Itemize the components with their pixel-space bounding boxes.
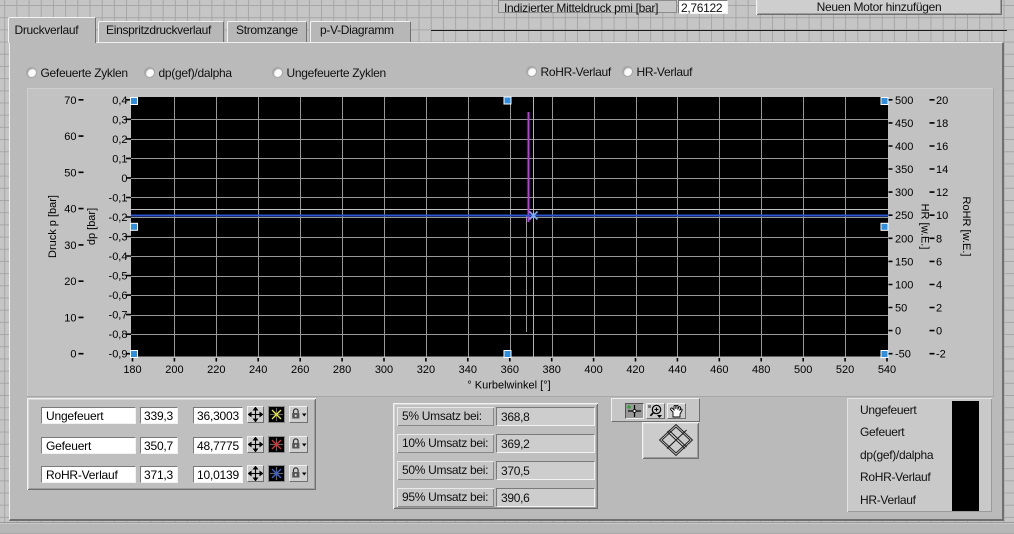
- svg-text:0: 0: [895, 326, 901, 338]
- svg-text:6: 6: [936, 256, 942, 268]
- svg-text:Druck p [bar]: Druck p [bar]: [47, 195, 59, 258]
- svg-text:280: 280: [333, 364, 351, 376]
- svg-text:0,3: 0,3: [112, 114, 127, 126]
- svg-text:420: 420: [626, 364, 644, 376]
- svg-text:150: 150: [895, 256, 913, 268]
- svg-text:70: 70: [64, 95, 76, 107]
- svg-text:2: 2: [936, 303, 942, 315]
- svg-text:320: 320: [417, 364, 435, 376]
- svg-text:460: 460: [710, 364, 728, 376]
- svg-text:500: 500: [895, 95, 913, 107]
- svg-text:30: 30: [64, 240, 76, 252]
- svg-text:0,1: 0,1: [112, 153, 127, 165]
- svg-text:500: 500: [794, 364, 812, 376]
- svg-text:20: 20: [64, 276, 76, 288]
- svg-text:-0,3: -0,3: [109, 232, 128, 244]
- svg-text:200: 200: [165, 364, 183, 376]
- svg-text:480: 480: [752, 364, 770, 376]
- svg-text:540: 540: [878, 364, 896, 376]
- svg-text:-0,4: -0,4: [109, 251, 128, 263]
- svg-text:-0,2: -0,2: [109, 212, 128, 224]
- svg-text:250: 250: [895, 210, 913, 222]
- svg-text:350: 350: [895, 164, 913, 176]
- svg-text:8: 8: [936, 233, 942, 245]
- svg-text:0,2: 0,2: [112, 134, 127, 146]
- svg-text:200: 200: [895, 233, 913, 245]
- svg-text:40: 40: [64, 204, 76, 216]
- svg-text:-0,9: -0,9: [109, 349, 128, 361]
- svg-text:14: 14: [936, 164, 948, 176]
- svg-text:10: 10: [936, 210, 948, 222]
- svg-text:° Kurbelwinkel [°]: ° Kurbelwinkel [°]: [467, 380, 550, 392]
- svg-text:520: 520: [836, 364, 854, 376]
- svg-text:360: 360: [501, 364, 519, 376]
- svg-text:20: 20: [936, 95, 948, 107]
- svg-text:RoHR [w.E.]: RoHR [w.E.]: [960, 197, 972, 257]
- svg-text:440: 440: [668, 364, 686, 376]
- svg-text:dp [bar]: dp [bar]: [86, 208, 98, 245]
- svg-text:0,4: 0,4: [112, 95, 127, 107]
- svg-text:18: 18: [936, 118, 948, 130]
- svg-text:260: 260: [291, 364, 309, 376]
- svg-text:300: 300: [895, 187, 913, 199]
- svg-text:400: 400: [895, 141, 913, 153]
- svg-text:300: 300: [375, 364, 393, 376]
- svg-text:60: 60: [64, 131, 76, 143]
- svg-text:220: 220: [207, 364, 225, 376]
- svg-text:12: 12: [936, 187, 948, 199]
- svg-text:-2: -2: [936, 349, 946, 361]
- svg-text:180: 180: [123, 364, 141, 376]
- svg-text:450: 450: [895, 118, 913, 130]
- svg-text:340: 340: [459, 364, 477, 376]
- svg-text:-0,6: -0,6: [109, 290, 128, 302]
- svg-text:-0,8: -0,8: [109, 329, 128, 341]
- svg-text:-0,1: -0,1: [109, 193, 128, 205]
- svg-text:16: 16: [936, 141, 948, 153]
- svg-text:10: 10: [64, 312, 76, 324]
- svg-text:0: 0: [121, 173, 127, 185]
- svg-text:380: 380: [543, 364, 561, 376]
- svg-text:400: 400: [584, 364, 602, 376]
- svg-text:HR [w.E.]: HR [w.E.]: [919, 204, 931, 250]
- svg-text:50: 50: [64, 167, 76, 179]
- svg-text:100: 100: [895, 280, 913, 292]
- svg-text:50: 50: [895, 303, 907, 315]
- svg-text:-50: -50: [895, 349, 911, 361]
- svg-text:0: 0: [70, 349, 76, 361]
- svg-text:-0,7: -0,7: [109, 310, 128, 322]
- svg-text:240: 240: [249, 364, 267, 376]
- svg-text:-0,5: -0,5: [109, 271, 128, 283]
- svg-text:0: 0: [936, 326, 942, 338]
- svg-text:4: 4: [936, 280, 942, 292]
